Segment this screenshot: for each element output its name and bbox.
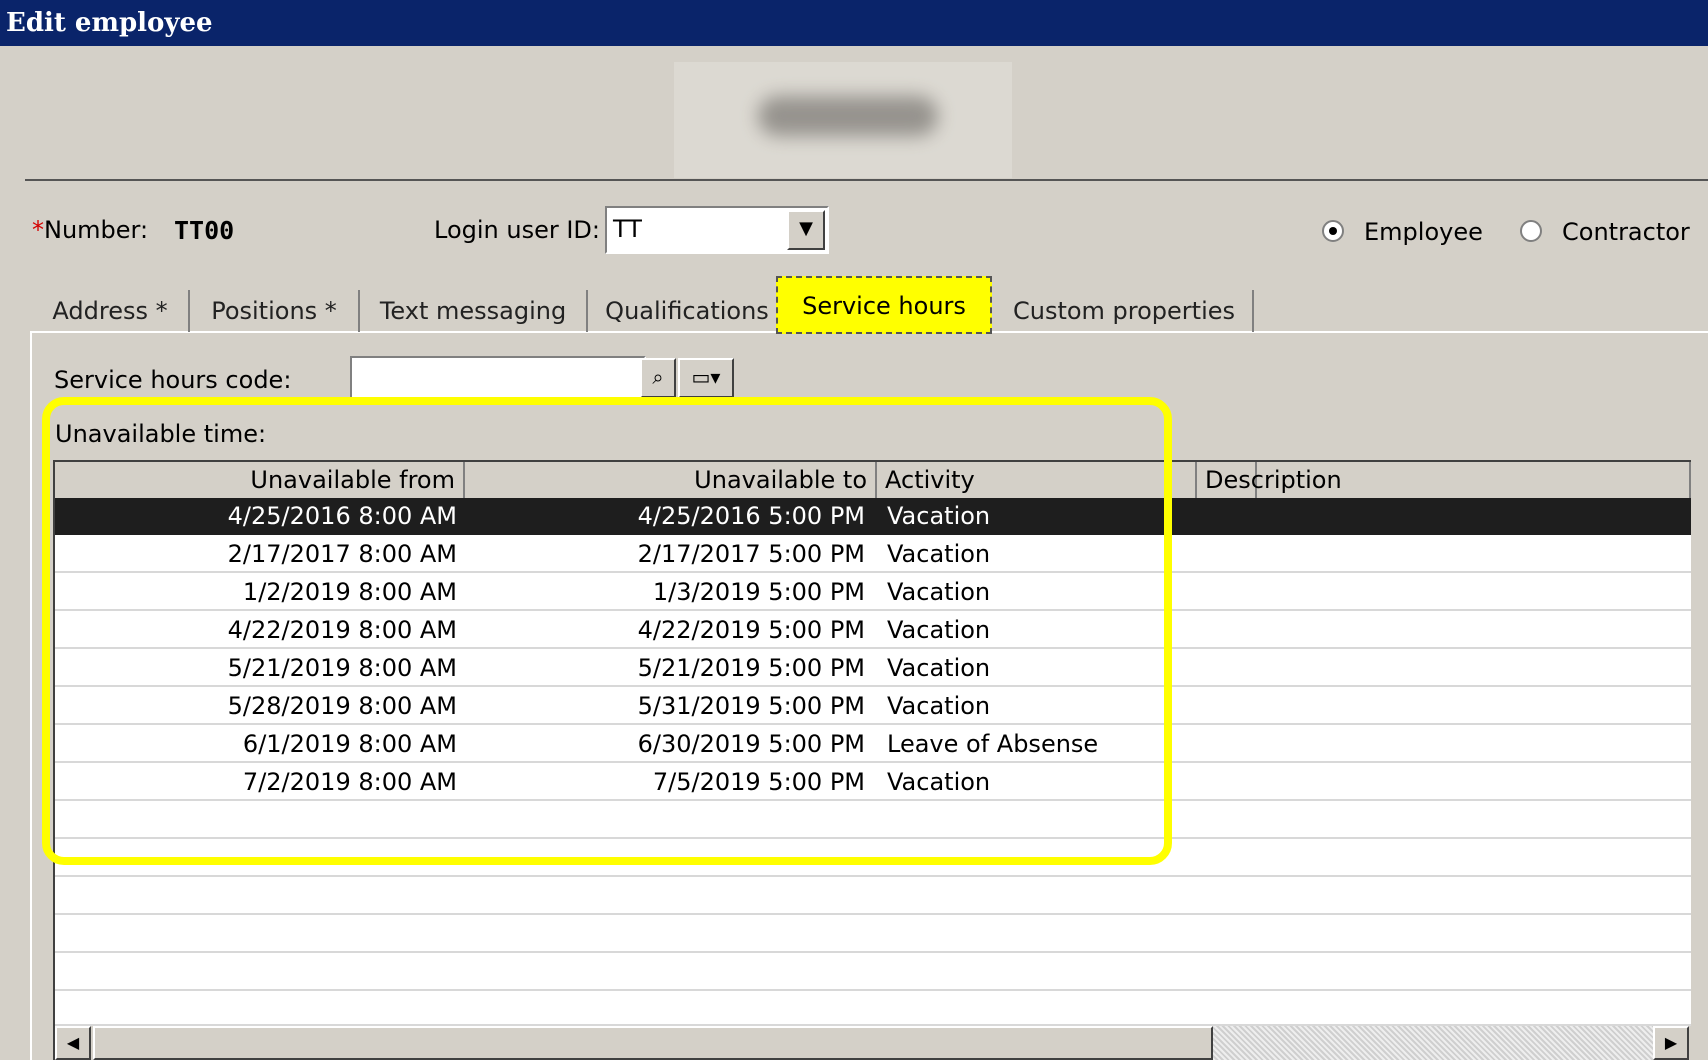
login-user-id-value: TT — [613, 215, 642, 243]
empty-row — [55, 954, 1691, 991]
unavailable-time-label: Unavailable time: — [55, 420, 267, 448]
column-header-unavailable-to[interactable]: Unavailable to — [465, 462, 877, 498]
grid-header: Unavailable from Unavailable to Activity… — [55, 462, 1691, 498]
table-row[interactable]: 2/17/2017 8:00 AM 2/17/2017 5:00 PM Vaca… — [55, 536, 1691, 573]
cell-unavailable-from: 7/2/2019 8:00 AM — [242, 768, 457, 796]
cell-unavailable-from: 6/1/2019 8:00 AM — [242, 730, 457, 758]
required-marker: * — [32, 216, 44, 244]
scroll-track[interactable] — [1213, 1026, 1653, 1060]
table-row[interactable]: 7/2/2019 8:00 AM 7/5/2019 5:00 PM Vacati… — [55, 764, 1691, 801]
chevron-down-icon[interactable]: ▼ — [787, 210, 825, 250]
lookup-menu-icon[interactable]: ▭▾ — [678, 358, 734, 398]
tab-custom-properties[interactable]: Custom properties — [996, 290, 1254, 332]
column-header-unavailable-from[interactable]: Unavailable from — [55, 462, 465, 498]
cell-unavailable-to: 2/17/2017 5:00 PM — [637, 540, 865, 568]
cell-unavailable-to: 5/31/2019 5:00 PM — [637, 692, 865, 720]
cell-activity: Vacation — [887, 616, 991, 644]
table-row[interactable]: 5/28/2019 8:00 AM 5/31/2019 5:00 PM Vaca… — [55, 688, 1691, 725]
empty-row — [55, 916, 1691, 953]
tab-text-messaging[interactable]: Text messaging — [360, 290, 588, 332]
table-row[interactable]: 6/1/2019 8:00 AM 6/30/2019 5:00 PM Leave… — [55, 726, 1691, 763]
table-row[interactable]: 4/25/2016 8:00 AM 4/25/2016 5:00 PM Vaca… — [55, 498, 1691, 535]
table-row[interactable]: 5/21/2019 8:00 AM 5/21/2019 5:00 PM Vaca… — [55, 650, 1691, 687]
number-value: TT00 — [174, 216, 235, 245]
empty-row — [55, 992, 1691, 1026]
magnifier-icon[interactable]: ⌕ — [640, 358, 676, 398]
cell-unavailable-from: 5/28/2019 8:00 AM — [227, 692, 457, 720]
arrow-left-icon[interactable]: ◀ — [55, 1026, 91, 1060]
cell-unavailable-to: 1/3/2019 5:00 PM — [652, 578, 865, 606]
cell-unavailable-from: 4/22/2019 8:00 AM — [227, 616, 457, 644]
tab-qualifications[interactable]: Qualifications — [588, 290, 788, 332]
empty-row — [55, 840, 1691, 877]
cell-unavailable-to: 6/30/2019 5:00 PM — [637, 730, 865, 758]
cell-activity: Vacation — [887, 502, 991, 530]
header-separator — [25, 179, 1708, 181]
cell-unavailable-from: 5/21/2019 8:00 AM — [227, 654, 457, 682]
cell-unavailable-to: 7/5/2019 5:00 PM — [652, 768, 865, 796]
arrow-right-icon[interactable]: ▶ — [1653, 1026, 1689, 1060]
cell-unavailable-to: 4/25/2016 5:00 PM — [637, 502, 865, 530]
cell-activity: Vacation — [887, 540, 991, 568]
login-user-id-label: Login user ID: — [434, 216, 600, 244]
cell-activity: Vacation — [887, 768, 991, 796]
cell-activity: Leave of Absense — [887, 730, 1099, 758]
table-row[interactable]: 4/22/2019 8:00 AM 4/22/2019 5:00 PM Vaca… — [55, 612, 1691, 649]
service-hours-code-label: Service hours code: — [54, 366, 292, 394]
scroll-thumb[interactable] — [93, 1026, 1213, 1060]
cell-activity: Vacation — [887, 692, 991, 720]
cell-unavailable-to: 5/21/2019 5:00 PM — [637, 654, 865, 682]
radio-contractor[interactable] — [1520, 220, 1542, 242]
window-title: Edit employee — [0, 0, 1708, 46]
tab-positions[interactable]: Positions * — [190, 290, 360, 332]
cell-activity: Vacation — [887, 654, 991, 682]
login-user-id-combobox[interactable]: TT ▼ — [605, 206, 829, 254]
employee-photo-blurred-name — [674, 62, 1012, 178]
cell-unavailable-to: 4/22/2019 5:00 PM — [637, 616, 865, 644]
column-header-description[interactable]: Description — [1195, 462, 1691, 498]
tab-address[interactable]: Address * — [32, 290, 190, 332]
cell-unavailable-from: 1/2/2019 8:00 AM — [242, 578, 457, 606]
radio-employee[interactable] — [1322, 220, 1344, 242]
number-label: *Number: — [32, 216, 148, 244]
cell-unavailable-from: 2/17/2017 8:00 AM — [227, 540, 457, 568]
number-label-text: Number: — [44, 216, 149, 244]
table-row[interactable]: 1/2/2019 8:00 AM 1/3/2019 5:00 PM Vacati… — [55, 574, 1691, 611]
radio-employee-label: Employee — [1364, 218, 1483, 246]
cell-activity: Vacation — [887, 578, 991, 606]
radio-contractor-label: Contractor — [1562, 218, 1690, 246]
horizontal-scrollbar[interactable]: ◀ ▶ — [55, 1026, 1691, 1060]
tab-service-hours[interactable]: Service hours — [776, 276, 992, 334]
cell-unavailable-from: 4/25/2016 8:00 AM — [227, 502, 457, 530]
empty-row — [55, 878, 1691, 915]
blurred-name-placeholder — [758, 96, 938, 136]
service-hours-code-input[interactable] — [350, 356, 646, 402]
empty-row — [55, 802, 1691, 839]
